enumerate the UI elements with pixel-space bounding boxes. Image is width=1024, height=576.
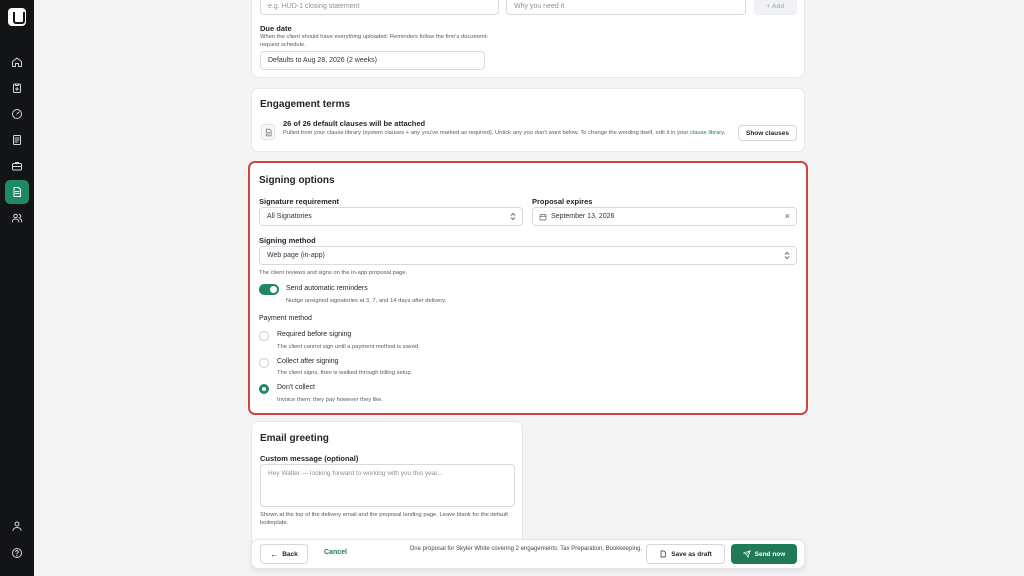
back-button[interactable]: ← Back: [260, 544, 308, 564]
cancel-link[interactable]: Cancel: [324, 549, 347, 556]
calendar-icon: [539, 214, 547, 221]
clauses-count: 26 of 26 default clauses will be attache…: [283, 119, 426, 128]
clauses-hint-text: Pulled from your clause library (system …: [283, 130, 689, 136]
file-text-icon[interactable]: [5, 180, 29, 204]
add-document-button[interactable]: + Add: [754, 0, 797, 15]
custom-message-textarea[interactable]: Hey Walter — looking forward to working …: [260, 464, 515, 507]
show-clauses-button[interactable]: Show clauses: [738, 125, 797, 141]
select-chevron-icon: [784, 251, 790, 260]
due-date-hint: When the client should have everything u…: [260, 34, 489, 48]
select-chevron-icon: [510, 212, 516, 221]
sidebar: [0, 0, 34, 576]
clipboard-icon[interactable]: [5, 76, 29, 100]
due-date-input[interactable]: Defaults to Aug 28, 2026 (2 weeks): [260, 51, 485, 70]
users-icon[interactable]: [5, 206, 29, 230]
signing-options-card: Signing options Signature requirement Al…: [248, 161, 808, 415]
signature-requirement-select[interactable]: All Signatories: [259, 207, 523, 226]
send-icon: [742, 550, 751, 558]
send-now-button[interactable]: Send now: [731, 544, 797, 564]
proposal-expires-value: September 13, 2026: [551, 213, 615, 220]
engagement-terms-title: Engagement terms: [260, 99, 351, 110]
signing-method-hint: The client reviews and signs on the in-a…: [259, 270, 408, 276]
payment-collect-after-radio[interactable]: [259, 358, 269, 368]
payment-option-label: Collect after signing: [277, 358, 339, 365]
payment-option-hint: The client signs, then is walked through…: [277, 370, 413, 376]
signing-method-label: Signing method: [259, 236, 316, 245]
gauge-icon[interactable]: [5, 102, 29, 126]
clause-library-link[interactable]: clause library.: [690, 130, 725, 136]
custom-message-hint: Shown at the top of the delivery email a…: [260, 512, 508, 526]
payment-option-label: Don't collect: [277, 384, 315, 391]
signing-method-select[interactable]: Web page (in-app): [259, 246, 797, 265]
home-icon[interactable]: [5, 50, 29, 74]
signing-options-title: Signing options: [259, 175, 335, 186]
clauses-hint: Pulled from your clause library (system …: [283, 129, 733, 137]
send-now-label: Send now: [754, 550, 786, 558]
document-reason-input[interactable]: Why you need it: [506, 0, 746, 15]
engagement-terms-card: Engagement terms 26 of 26 default clause…: [251, 88, 805, 152]
payment-option-hint: The client cannot sign until a payment m…: [277, 344, 420, 350]
reminders-hint: Nudge unsigned signatories at 3, 7, and …: [286, 298, 447, 304]
payment-required-radio[interactable]: [259, 331, 269, 341]
app-logo-icon[interactable]: [8, 8, 26, 26]
reminders-toggle[interactable]: [259, 284, 279, 295]
clear-date-icon[interactable]: ×: [785, 211, 790, 221]
custom-message-label: Custom message (optional): [260, 454, 359, 463]
proposal-expires-input[interactable]: September 13, 2026 ×: [532, 207, 797, 226]
document-name-input[interactable]: e.g. HUD-1 closing statement: [260, 0, 499, 15]
payment-dont-collect-radio[interactable]: [259, 384, 269, 394]
arrow-left-icon: ←: [270, 549, 279, 559]
briefcase-icon[interactable]: [5, 154, 29, 178]
save-draft-label: Save as draft: [671, 550, 712, 558]
payment-option-hint: Invoice them; they pay however they like…: [277, 397, 384, 403]
footer-action-bar: ← Back Cancel One proposal for Skyler Wh…: [251, 539, 805, 569]
payment-method-label: Payment method: [259, 315, 312, 322]
back-label: Back: [282, 550, 298, 558]
user-icon[interactable]: [5, 514, 29, 538]
proposal-expires-label: Proposal expires: [532, 197, 593, 206]
reminders-label: Send automatic reminders: [286, 285, 368, 292]
save-draft-button[interactable]: Save as draft: [646, 544, 725, 564]
payment-option-label: Required before signing: [277, 331, 352, 338]
signature-requirement-label: Signature requirement: [259, 197, 340, 206]
signing-method-value: Web page (in-app): [267, 252, 325, 259]
proposal-summary: One proposal for Skyler White covering 2…: [409, 546, 642, 552]
document-icon[interactable]: [5, 128, 29, 152]
email-greeting-card: Email greeting Custom message (optional)…: [251, 421, 523, 546]
document-icon: [660, 550, 666, 558]
document-request-card: e.g. HUD-1 closing statement Why you nee…: [251, 0, 805, 78]
help-icon[interactable]: [5, 541, 29, 565]
due-date-label: Due date: [260, 24, 292, 33]
document-clause-icon: [261, 124, 275, 140]
signature-requirement-value: All Signatories: [267, 213, 312, 220]
email-greeting-title: Email greeting: [260, 433, 329, 444]
